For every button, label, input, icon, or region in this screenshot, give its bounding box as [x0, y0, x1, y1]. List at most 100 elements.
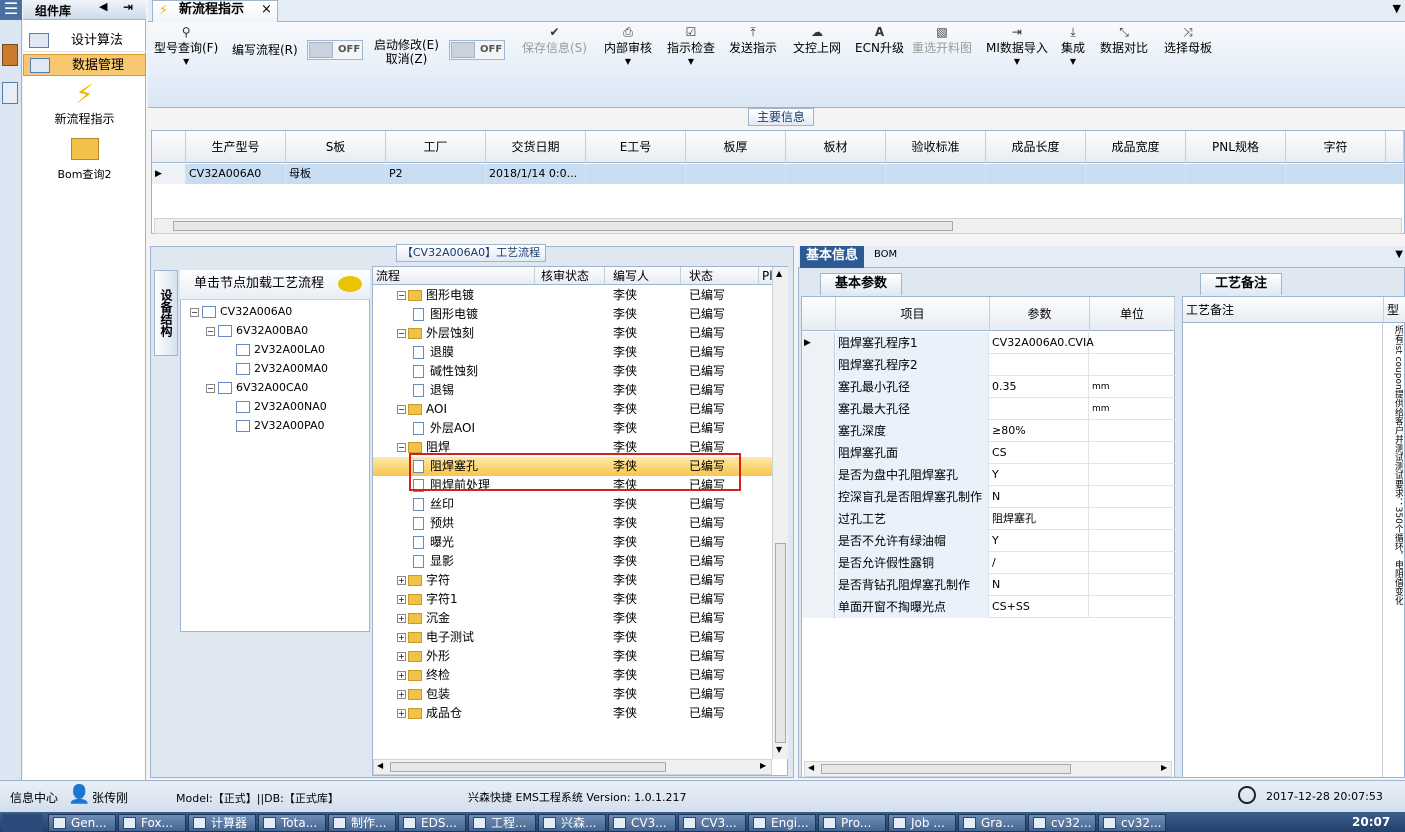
value-cell[interactable]: [990, 354, 1089, 376]
info-center-label[interactable]: 信息中心: [10, 789, 58, 806]
collapse-icon[interactable]: −: [397, 443, 406, 452]
tab-bom[interactable]: BOM: [874, 249, 897, 260]
taskbar-item[interactable]: 制作...: [328, 814, 396, 832]
tool-bom-query[interactable]: Bom查询2: [23, 138, 146, 182]
tree-node[interactable]: 2V32A00MA0: [236, 359, 328, 378]
column-header[interactable]: 流程: [373, 267, 535, 285]
item-cell[interactable]: 是否不允许有绿油帽: [836, 530, 989, 552]
status-cell[interactable]: 已编写: [689, 685, 725, 704]
column-header[interactable]: 板材: [786, 131, 886, 163]
unit-cell[interactable]: mm: [1090, 376, 1175, 398]
unit-cell[interactable]: [1090, 354, 1175, 376]
row-header[interactable]: [802, 398, 835, 420]
list-item[interactable]: + 字符 李侠 已编写: [373, 571, 773, 590]
scroll-right-icon[interactable]: ▶: [760, 761, 766, 770]
select-motherboard-button[interactable]: ⤨ 选择母板: [1164, 26, 1212, 55]
status-cell[interactable]: 已编写: [689, 381, 725, 400]
process-name-cell[interactable]: + 沉金: [397, 609, 450, 628]
column-header[interactable]: Pl: [759, 267, 773, 285]
collapse-icon[interactable]: −: [397, 291, 406, 300]
list-item[interactable]: + 沉金 李侠 已编写: [373, 609, 773, 628]
tab-equipment-structure[interactable]: 设备结构: [154, 270, 178, 356]
item-cell[interactable]: 控深盲孔是否阻焊塞孔制作: [836, 486, 989, 508]
collapse-icon[interactable]: −: [206, 326, 215, 336]
scrollbar-thumb[interactable]: [390, 762, 666, 772]
tree-node[interactable]: 2V32A00LA0: [236, 340, 325, 359]
scrollbar-thumb[interactable]: [821, 764, 1071, 774]
expand-icon[interactable]: +: [397, 576, 406, 585]
column-header[interactable]: PNL规格: [1186, 131, 1286, 163]
value-cell[interactable]: 阻焊塞孔: [990, 508, 1089, 530]
process-name-cell[interactable]: + 电子测试: [397, 628, 474, 647]
table-cell[interactable]: [786, 164, 886, 184]
value-cell[interactable]: 0.35: [990, 376, 1089, 398]
process-name-cell[interactable]: + 终检: [397, 666, 450, 685]
item-cell[interactable]: 是否为盘中孔阻焊塞孔: [836, 464, 989, 486]
tab-list-chevron-icon[interactable]: ▼: [1393, 2, 1401, 15]
column-header[interactable]: S板: [286, 131, 386, 163]
table-row[interactable]: 是否不允许有绿油帽 Y: [802, 530, 1175, 552]
taskbar-item[interactable]: 计算器: [188, 814, 256, 832]
value-cell[interactable]: ≥80%: [990, 420, 1089, 442]
status-cell[interactable]: 已编写: [689, 495, 725, 514]
report-icon[interactable]: [2, 82, 18, 104]
column-header[interactable]: 成品宽度: [1086, 131, 1186, 163]
taskbar-item[interactable]: Gen...: [48, 814, 116, 832]
column-header[interactable]: 参数: [990, 297, 1090, 331]
taskbar-item[interactable]: Gra...: [958, 814, 1026, 832]
unit-cell[interactable]: [1090, 530, 1175, 552]
author-cell[interactable]: 李侠: [613, 571, 637, 590]
taskbar-item[interactable]: Engi...: [748, 814, 816, 832]
list-item[interactable]: + 外形 李侠 已编写: [373, 647, 773, 666]
send-instruction-button[interactable]: ⤒ 发送指示: [729, 26, 777, 55]
module-icon[interactable]: [2, 44, 18, 66]
collapse-icon[interactable]: −: [397, 329, 406, 338]
value-cell[interactable]: Y: [990, 530, 1089, 552]
pin-icon[interactable]: ⇥: [123, 0, 133, 14]
author-cell[interactable]: 李侠: [613, 666, 637, 685]
unit-cell[interactable]: [1090, 332, 1175, 354]
list-item[interactable]: + 成品仓 李侠 已编写: [373, 704, 773, 723]
horizontal-scrollbar[interactable]: [154, 218, 1402, 234]
collapse-icon[interactable]: −: [206, 383, 215, 393]
table-cell[interactable]: 2018/1/14 0:0...: [486, 164, 586, 184]
unit-cell[interactable]: [1090, 464, 1175, 486]
value-cell[interactable]: N: [990, 574, 1089, 596]
unit-cell[interactable]: [1090, 596, 1175, 618]
list-item[interactable]: 图形电镀 李侠 已编写: [373, 305, 773, 324]
table-row[interactable]: 过孔工艺 阻焊塞孔: [802, 508, 1175, 530]
process-name-cell[interactable]: 退锡: [413, 381, 454, 400]
author-cell[interactable]: 李侠: [613, 362, 637, 381]
process-name-cell[interactable]: + 外形: [397, 647, 450, 666]
value-cell[interactable]: CS: [990, 442, 1089, 464]
list-item[interactable]: 丝印 李侠 已编写: [373, 495, 773, 514]
scrollbar-thumb[interactable]: [775, 543, 786, 743]
tree-node[interactable]: 2V32A00PA0: [236, 416, 325, 435]
table-row[interactable]: 单面开窗不掏曝光点 CS+SS: [802, 596, 1175, 618]
row-header[interactable]: [802, 376, 835, 398]
status-cell[interactable]: 已编写: [689, 400, 725, 419]
scroll-left-icon[interactable]: ◀: [377, 761, 383, 770]
value-cell[interactable]: CS+SS: [990, 596, 1089, 618]
process-name-cell[interactable]: + 字符1: [397, 590, 458, 609]
close-icon[interactable]: ×: [261, 1, 272, 19]
taskbar-item[interactable]: Job ...: [888, 814, 956, 832]
row-selector-icon[interactable]: ▶: [802, 332, 835, 354]
process-name-cell[interactable]: 碱性蚀刻: [413, 362, 478, 381]
speech-bubble-icon[interactable]: [338, 276, 362, 292]
process-name-cell[interactable]: + 包装: [397, 685, 450, 704]
table-cell[interactable]: [886, 164, 986, 184]
row-header[interactable]: [802, 420, 835, 442]
instruction-check-button[interactable]: ☑ 指示检查 ▼: [667, 26, 715, 67]
table-row[interactable]: 是否为盘中孔阻焊塞孔 Y: [802, 464, 1175, 486]
tree-node[interactable]: − 6V32A00BA0: [206, 321, 308, 340]
status-cell[interactable]: 已编写: [689, 305, 725, 324]
status-cell[interactable]: 已编写: [689, 647, 725, 666]
process-name-cell[interactable]: 外层AOI: [413, 419, 475, 438]
author-cell[interactable]: 李侠: [613, 552, 637, 571]
table-row[interactable]: 阻焊塞孔程序2: [802, 354, 1175, 376]
process-name-cell[interactable]: − 图形电镀: [397, 286, 474, 305]
ecn-upgrade-button[interactable]: A ECN升级: [855, 26, 904, 55]
doc-control-online-button[interactable]: ☁ 文控上网: [793, 26, 841, 55]
unit-cell[interactable]: mm: [1090, 398, 1175, 420]
